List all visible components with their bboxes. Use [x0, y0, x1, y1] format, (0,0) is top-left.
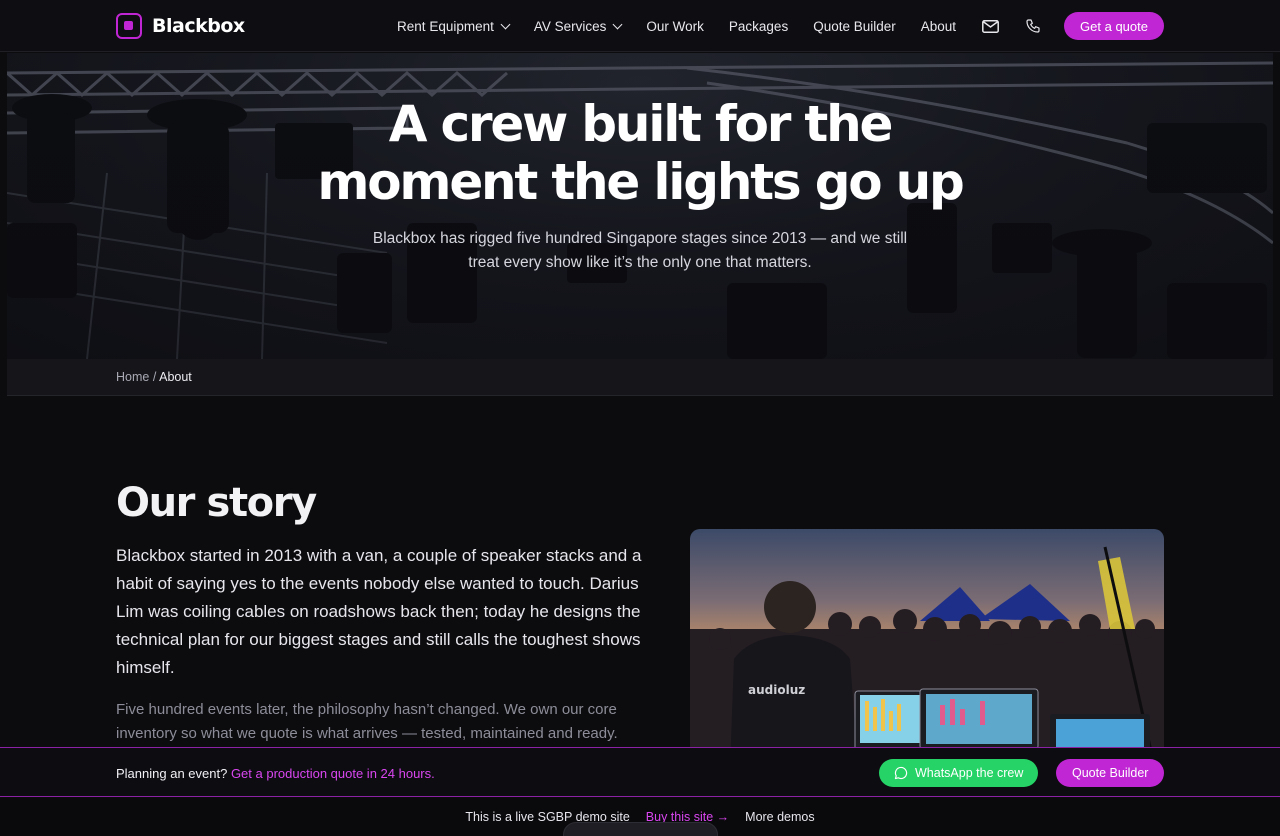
hero-title: A crew built for the moment the lights g…: [7, 95, 1273, 211]
whatsapp-button-label: WhatsApp the crew: [915, 766, 1024, 780]
breadcrumb-current: About: [159, 370, 192, 384]
story-title: Our story: [116, 480, 317, 526]
nav-item-packages[interactable]: Packages: [729, 19, 788, 34]
hero-subtitle: Blackbox has rigged five hundred Singapo…: [350, 227, 930, 275]
quote-builder-button[interactable]: Quote Builder: [1056, 759, 1165, 787]
hero-title-line: A crew built for the: [388, 95, 894, 153]
more-demos-link[interactable]: More demos: [745, 810, 814, 824]
hero-subtitle-line: Blackbox has rigged five hundred Singapo…: [372, 230, 908, 247]
breadcrumb-home[interactable]: Home: [116, 370, 149, 384]
jacket-logo-text: audioluz: [748, 683, 805, 697]
nav-item-our-work[interactable]: Our Work: [646, 19, 704, 34]
story-photo: audioluz: [690, 529, 1164, 769]
hero-subtitle-line: treat every show like it’s the only one …: [468, 254, 812, 271]
logo-icon: [116, 13, 142, 39]
get-a-quote-button[interactable]: Get a quote: [1064, 12, 1164, 40]
logo-text: Blackbox: [152, 15, 245, 37]
hero-section: A crew built for the moment the lights g…: [7, 53, 1273, 359]
story-paragraph-secondary: Five hundred events later, the philosoph…: [116, 701, 618, 742]
nav-links: Rent Equipment AV Services Our Work Pack…: [397, 12, 1164, 40]
mail-icon[interactable]: [981, 17, 999, 35]
breadcrumb-separator: /: [152, 370, 157, 384]
sticky-quote-bar: Planning an event? Get a production quot…: [0, 747, 1280, 797]
nav-item-about[interactable]: About: [921, 19, 956, 34]
logo[interactable]: Blackbox: [116, 13, 245, 39]
chevron-down-icon: [500, 19, 511, 29]
hero-title-line: moment the lights go up: [317, 153, 964, 211]
phone-icon[interactable]: [1024, 17, 1042, 35]
quote-bar-lead: Planning an event?: [116, 766, 228, 781]
whatsapp-icon: [894, 766, 908, 780]
chevron-down-icon: [612, 19, 623, 29]
nav-item-quote-builder[interactable]: Quote Builder: [813, 19, 896, 34]
nav-item-av-services[interactable]: AV Services: [533, 18, 623, 34]
top-navigation: Blackbox Rent Equipment AV Services Our …: [0, 0, 1280, 52]
whatsapp-button[interactable]: WhatsApp the crew: [879, 759, 1039, 787]
floating-toolbar[interactable]: [563, 822, 718, 836]
story-paragraph: Blackbox started in 2013 with a van, a c…: [116, 546, 642, 677]
nav-item-label: AV Services: [533, 18, 607, 34]
quote-bar-text: Planning an event? Get a production quot…: [116, 766, 435, 781]
nav-item-label: Rent Equipment: [397, 18, 494, 34]
breadcrumb-bar: Home / About: [7, 359, 1273, 396]
nav-item-rent-equipment[interactable]: Rent Equipment: [397, 18, 511, 34]
production-quote-link[interactable]: Get a production quote in 24 hours.: [231, 766, 435, 781]
breadcrumb: Home / About: [116, 370, 192, 384]
